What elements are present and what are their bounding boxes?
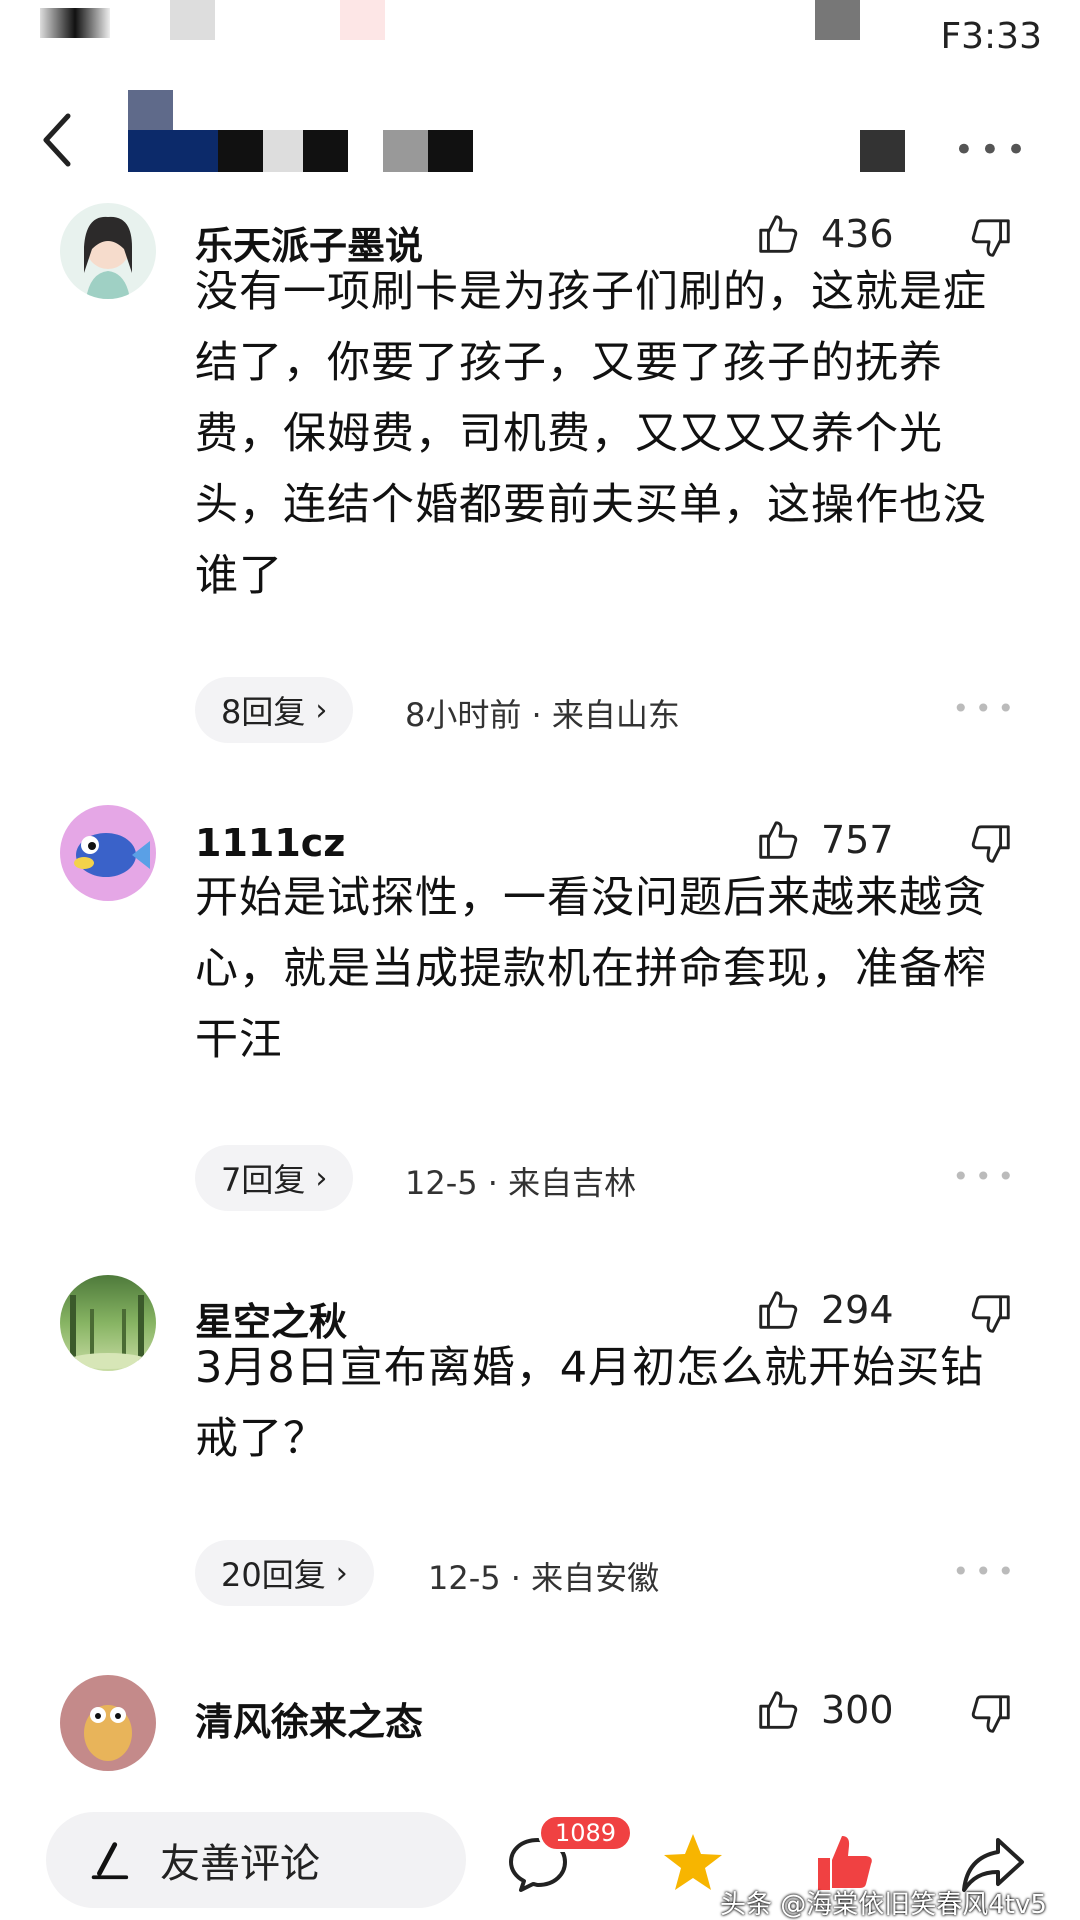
like-button[interactable]: 294 [755,1287,894,1333]
favorite-star-icon[interactable] [660,1830,726,1896]
watermark-text: 头条 @海棠依旧笑春风4tv5 [720,1890,1047,1920]
avatar[interactable] [60,203,156,299]
comment-meta: 12-5 · 来自安徽 [428,1559,660,1597]
status-icons-blurred [815,0,860,40]
avatar-fish-image [74,833,150,877]
like-count: 757 [821,818,894,862]
avatar-forest-image [68,1295,148,1369]
chevron-right-icon: › [315,1160,328,1196]
thumbs-up-icon [759,821,798,859]
thumbs-up-icon [759,1691,798,1729]
avatar[interactable] [60,1675,156,1771]
header-title-blurred [128,90,473,172]
comment-input[interactable]: 友善评论 [46,1812,466,1908]
thumbs-up-icon [759,1291,798,1329]
comment-text: 没有一项刷卡是为孩子们刷的，这就是症结了，你要了孩子，又要了孩子的抚养费，保姆费… [195,267,987,601]
header: ••• [0,90,1080,190]
comment-text: 3月8日宣布离婚，4月初怎么就开始买钻戒了？ [195,1343,985,1464]
like-button[interactable]: 436 [755,211,894,257]
status-time: F3:33 [940,16,1042,57]
more-icon[interactable]: ••• [952,1160,1020,1193]
more-options-icon[interactable]: ••• [954,130,1032,170]
status-icons-blurred [340,0,385,40]
like-button[interactable]: 757 [755,817,894,863]
thumbs-down-icon[interactable] [968,821,1014,867]
reply-button[interactable]: 7回复 › [195,1145,354,1211]
comment-count-badge: 1089 [538,1814,634,1852]
chevron-right-icon: › [315,692,328,728]
thumbs-down-icon[interactable] [968,215,1014,261]
comment-username[interactable]: 1111cz [195,821,345,865]
reply-count: 8回复 [221,693,306,731]
thumbs-down-icon[interactable] [968,1291,1014,1337]
more-icon[interactable]: ••• [952,692,1020,725]
reply-count: 20回复 [221,1556,326,1594]
status-bar: F3:33 [0,0,1080,70]
like-count: 294 [821,1288,894,1332]
comment-username[interactable]: 清风徐来之态 [195,1691,423,1746]
like-count: 436 [821,212,894,256]
avatar-cartoon-image [84,1705,132,1761]
follow-button-blurred[interactable] [860,130,905,172]
comment-text: 开始是试探性，一看没问题后来越来越贪心，就是当成提款机在拼命套现，准备榨干汪 [195,873,987,1065]
like-button[interactable]: 300 [755,1687,894,1733]
pen-icon [91,1842,129,1880]
thumbs-up-icon [759,215,798,253]
comment-meta: 12-5 · 来自吉林 [405,1164,637,1202]
chevron-right-icon: › [335,1555,348,1591]
like-count: 300 [821,1688,894,1732]
reply-button[interactable]: 8回复 › [195,677,354,743]
reply-button[interactable]: 20回复 › [195,1540,374,1606]
comment-meta: 8小时前 · 来自山东 [405,696,680,734]
avatar[interactable] [60,805,156,901]
status-icons-blurred [40,8,110,38]
status-icons-blurred [170,0,215,40]
reply-count: 7回复 [221,1161,306,1199]
more-icon[interactable]: ••• [952,1555,1020,1588]
back-arrow-icon[interactable] [38,110,78,170]
comment-input-placeholder: 友善评论 [160,1841,320,1887]
avatar[interactable] [60,1275,156,1371]
avatar-girl-image [84,216,132,299]
thumbs-down-icon[interactable] [968,1691,1014,1737]
